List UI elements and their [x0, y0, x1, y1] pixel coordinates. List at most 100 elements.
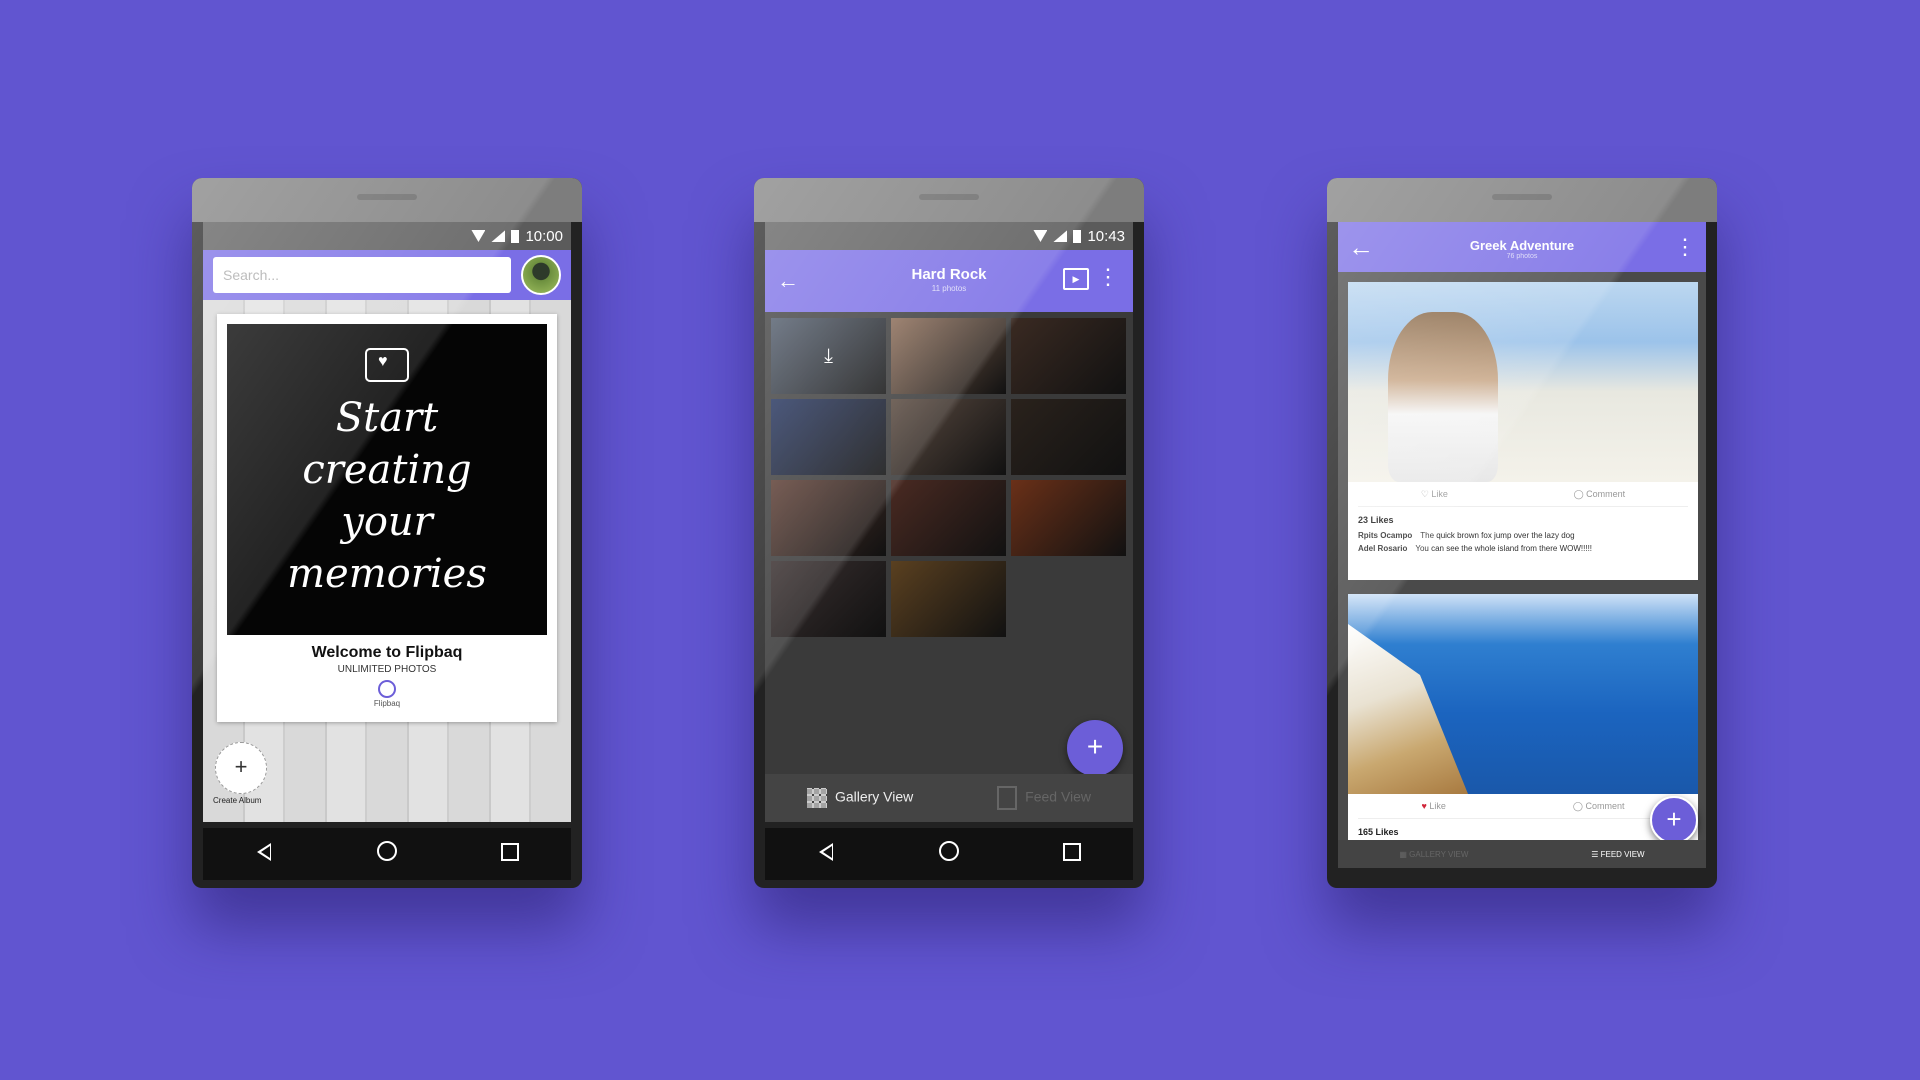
search-input[interactable]: Search...: [213, 257, 511, 293]
photo-tile[interactable]: [1011, 318, 1126, 394]
comment-user[interactable]: Adel Rosario: [1358, 544, 1407, 553]
signal-icon: [1053, 230, 1068, 242]
phone-home: 10:00 Search... Start creating your memo…: [192, 178, 582, 888]
album-cover: Start creating your memories: [227, 324, 547, 635]
heart-outline-icon: ♡: [1420, 488, 1429, 499]
like-button[interactable]: ♡ Like: [1421, 489, 1448, 500]
post-photo[interactable]: [1348, 282, 1698, 482]
album-title: Greek Adventure: [1469, 238, 1575, 253]
flipbaq-logo-icon: [378, 680, 396, 698]
post-photo[interactable]: [1348, 594, 1698, 794]
view-toggle-bar: Gallery View Feed View: [765, 774, 1133, 822]
comment-user[interactable]: Rpits Ocampo: [1358, 531, 1412, 540]
back-nav-button[interactable]: [806, 841, 846, 867]
gallery-view-label: Gallery View: [834, 788, 914, 805]
post-actions: ♥ Like ◯ Comment: [1358, 794, 1688, 819]
gallery-view-button[interactable]: ▦ GALLERY VIEW: [1399, 850, 1468, 859]
recents-nav-button[interactable]: [1052, 841, 1092, 867]
comment-row: Rpits Ocampo The quick brown fox jump ove…: [1348, 529, 1698, 542]
home-nav-button[interactable]: [929, 841, 969, 867]
comment-row: Adel Rosario You can see the whole island…: [1348, 542, 1698, 555]
welcome-subtitle: UNLIMITED PHOTOS: [337, 664, 437, 675]
wood-background: Start creating your memories Welcome to …: [203, 300, 571, 822]
comment-icon: ◯: [1572, 800, 1583, 811]
back-nav-button[interactable]: [244, 841, 284, 867]
phone-bezel: [192, 178, 582, 222]
like-label: Like: [1429, 801, 1446, 811]
likes-count: 165 Likes: [1358, 827, 1399, 837]
cover-line: creating: [302, 447, 472, 493]
recents-nav-button[interactable]: [490, 841, 530, 867]
welcome-title: Welcome to Flipbaq: [311, 644, 463, 661]
feed-post: ♥ Like ◯ Comment 165 Likes: [1348, 594, 1698, 840]
photo-tile[interactable]: [771, 561, 886, 637]
comment-button[interactable]: ◯ Comment: [1574, 489, 1626, 500]
photo-grid: ⤓: [771, 318, 1127, 637]
battery-icon: [1073, 229, 1082, 243]
avatar[interactable]: [521, 255, 561, 295]
photo-tile[interactable]: [891, 561, 1006, 637]
comment-button[interactable]: ◯ Comment: [1573, 801, 1625, 812]
more-vert-icon[interactable]: ⋮: [1097, 266, 1119, 288]
feed-view-label: Feed View: [1025, 788, 1092, 805]
photo-tile[interactable]: [771, 480, 886, 556]
view-toggle-bar: ▦ GALLERY VIEW ☰ FEED VIEW: [1338, 840, 1706, 868]
photo-tile[interactable]: [1011, 399, 1126, 475]
phone-bezel: [754, 178, 1144, 222]
comment-text: You can see the whole island from there …: [1415, 544, 1593, 553]
screen-feed: ← Greek Adventure 76 photos ⋮ ♡ Like ◯ C…: [1338, 222, 1706, 868]
more-vert-icon[interactable]: ⋮: [1674, 234, 1696, 260]
cover-line: Start: [335, 395, 439, 441]
comment-label: Comment: [1586, 488, 1626, 499]
like-button[interactable]: ♥ Like: [1422, 801, 1446, 811]
camera-heart-icon: [365, 348, 409, 382]
screen-album: 10:43 ← Hard Rock 11 photos ▶ ⋮ ⤓ + Gall…: [765, 222, 1133, 822]
create-album-button[interactable]: +: [215, 742, 267, 794]
phone-bezel: [1327, 178, 1717, 222]
recents-square-icon: [1062, 843, 1081, 861]
download-icon[interactable]: ⤓: [771, 318, 886, 394]
feed-view-button[interactable]: ☰ FEED VIEW: [1591, 850, 1644, 859]
photo-tile[interactable]: [891, 480, 1006, 556]
home-circle-icon: [376, 841, 397, 861]
grid-icon: ▦: [1399, 849, 1407, 859]
status-time: 10:00: [525, 227, 563, 245]
comment-text: The quick brown fox jump over the lazy d…: [1420, 531, 1575, 540]
photo-tile[interactable]: ⤓: [771, 318, 886, 394]
create-album-label: Create Album: [213, 796, 262, 805]
feed-view-button[interactable]: Feed View: [997, 786, 1091, 810]
gallery-view-label: GALLERY VIEW: [1409, 849, 1469, 859]
wifi-icon: [471, 230, 486, 242]
photo-tile[interactable]: [891, 318, 1006, 394]
gallery-view-button[interactable]: Gallery View: [806, 788, 914, 808]
photo-tile[interactable]: [891, 399, 1006, 475]
status-bar: 10:00: [203, 222, 571, 250]
speaker: [1492, 194, 1552, 200]
feed-view-label: FEED VIEW: [1600, 849, 1645, 859]
photo-tile[interactable]: [1011, 480, 1126, 556]
cover-line: memories: [287, 551, 487, 597]
recents-square-icon: [500, 843, 519, 861]
comment-label: Comment: [1585, 800, 1625, 811]
speaker: [357, 194, 417, 200]
home-nav-button[interactable]: [367, 841, 407, 867]
photo-tile[interactable]: [771, 399, 886, 475]
wifi-icon: [1033, 230, 1048, 242]
battery-icon: [511, 229, 520, 243]
feed-icon: ☰: [1591, 849, 1599, 859]
home-circle-icon: [938, 841, 959, 861]
speaker: [919, 194, 979, 200]
slideshow-icon[interactable]: ▶: [1063, 268, 1089, 290]
likes-count: 23 Likes: [1358, 515, 1394, 525]
add-photo-button[interactable]: +: [1650, 796, 1698, 844]
app-bar: Search...: [203, 250, 571, 300]
add-photo-button[interactable]: +: [1067, 720, 1123, 776]
welcome-card[interactable]: Start creating your memories Welcome to …: [217, 314, 557, 722]
photo-count: 76 photos: [1506, 253, 1538, 260]
logo-label: Flipbaq: [373, 699, 401, 708]
nav-bar: [203, 828, 571, 880]
grid-icon: [806, 788, 827, 808]
comment-icon: ◯: [1573, 488, 1584, 499]
back-triangle-icon: [819, 843, 834, 861]
app-bar: ← Hard Rock 11 photos ▶ ⋮: [765, 250, 1133, 312]
